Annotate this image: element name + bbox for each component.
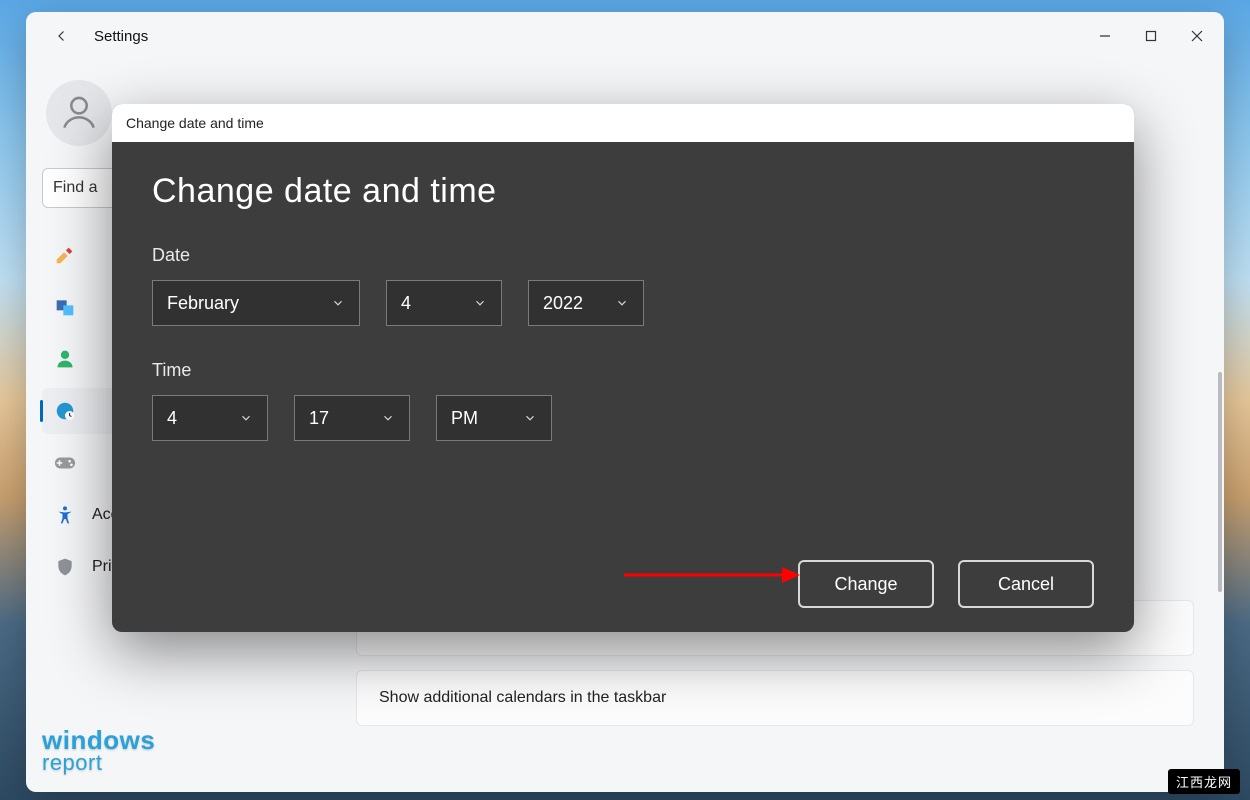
date-row: February 4 2022 — [152, 280, 1094, 326]
time-row: 4 17 PM — [152, 395, 1094, 441]
chevron-down-icon — [381, 411, 395, 425]
avatar[interactable] — [46, 80, 112, 146]
watermark-left: windows report — [42, 728, 155, 774]
chevron-down-icon — [615, 296, 629, 310]
date-label: Date — [152, 245, 1094, 266]
person-icon — [54, 348, 76, 370]
window-title: Settings — [94, 28, 148, 45]
shield-icon — [54, 556, 76, 578]
chevron-down-icon — [473, 296, 487, 310]
minute-combobox[interactable]: 17 — [294, 395, 410, 441]
maximize-button[interactable] — [1128, 20, 1174, 52]
window-titlebar: Settings — [26, 12, 1224, 60]
month-combobox[interactable]: February — [152, 280, 360, 326]
back-arrow-icon — [53, 27, 71, 45]
chevron-down-icon — [239, 411, 253, 425]
hour-combobox[interactable]: 4 — [152, 395, 268, 441]
gamepad-icon — [54, 452, 76, 474]
change-button[interactable]: Change — [798, 560, 934, 608]
ampm-combobox[interactable]: PM — [436, 395, 552, 441]
hour-value: 4 — [167, 408, 177, 429]
change-date-time-dialog: Change date and time Change date and tim… — [112, 104, 1134, 632]
avatar-icon — [57, 91, 101, 135]
paintbrush-icon — [54, 244, 76, 266]
minimize-icon — [1099, 30, 1111, 42]
maximize-icon — [1145, 30, 1157, 42]
dialog-titlebar: Change date and time — [112, 104, 1134, 142]
cancel-button[interactable]: Cancel — [958, 560, 1094, 608]
window-controls — [1082, 20, 1220, 52]
minimize-button[interactable] — [1082, 20, 1128, 52]
dialog-heading: Change date and time — [152, 172, 1094, 211]
month-value: February — [167, 293, 239, 314]
accessibility-icon — [54, 504, 76, 526]
year-value: 2022 — [543, 293, 583, 314]
close-icon — [1191, 30, 1203, 42]
additional-calendars-card[interactable]: Show additional calendars in the taskbar — [356, 670, 1194, 726]
day-combobox[interactable]: 4 — [386, 280, 502, 326]
apps-icon — [54, 296, 76, 318]
close-button[interactable] — [1174, 20, 1220, 52]
minute-value: 17 — [309, 408, 329, 429]
chevron-down-icon — [331, 296, 345, 310]
time-label: Time — [152, 360, 1094, 381]
ampm-value: PM — [451, 408, 478, 429]
vertical-scrollbar[interactable] — [1218, 372, 1222, 592]
back-button[interactable] — [48, 22, 76, 50]
watermark-right: 江西龙网 — [1168, 769, 1240, 794]
year-combobox[interactable]: 2022 — [528, 280, 644, 326]
chevron-down-icon — [523, 411, 537, 425]
day-value: 4 — [401, 293, 411, 314]
dialog-footer: Change Cancel — [152, 560, 1094, 608]
globe-clock-icon — [54, 400, 76, 422]
